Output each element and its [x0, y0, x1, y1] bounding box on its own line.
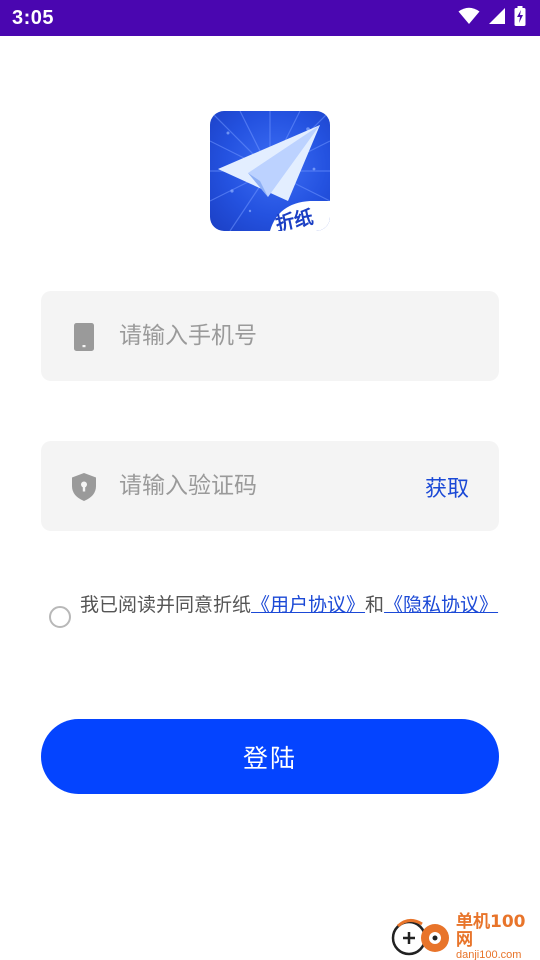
signal-icon [488, 7, 506, 29]
agreement-prefix: 我已阅读并同意折纸 [80, 594, 252, 616]
watermark: 单机100网 danji100.com [390, 914, 540, 960]
wifi-icon [458, 7, 480, 29]
watermark-site-name: 单机100网 [456, 912, 526, 951]
battery-charging-icon [514, 6, 526, 30]
shield-icon [71, 473, 97, 501]
user-agreement-link[interactable]: 《用户协议》 [251, 594, 365, 616]
login-button[interactable]: 登陆 [41, 719, 499, 794]
status-bar: 3:05 [0, 0, 540, 36]
agreement-radio[interactable] [49, 606, 71, 628]
phone-field[interactable] [41, 291, 499, 381]
phone-input[interactable] [119, 316, 479, 356]
watermark-site-url: danji100.com [456, 949, 522, 960]
app-logo: 折纸 [210, 111, 330, 231]
code-field[interactable]: 获取 [41, 441, 499, 531]
privacy-policy-link[interactable]: 《隐私协议》 [384, 594, 498, 616]
watermark-text: 单机100网 danji100.com [456, 914, 540, 960]
watermark-logo-icon [390, 914, 452, 960]
phone-icon [71, 323, 97, 351]
code-input[interactable] [119, 466, 399, 506]
agreement-text: 我已阅读并同意折纸《用户协议》和《隐私协议》 [80, 593, 500, 618]
status-time: 3:05 [12, 6, 55, 29]
agreement-conjunction: 和 [365, 594, 385, 616]
get-code-button[interactable]: 获取 [425, 471, 469, 503]
logo-text: 折纸 [273, 205, 315, 231]
status-icons [458, 6, 526, 30]
paper-plane-icon: 折纸 [210, 111, 330, 231]
